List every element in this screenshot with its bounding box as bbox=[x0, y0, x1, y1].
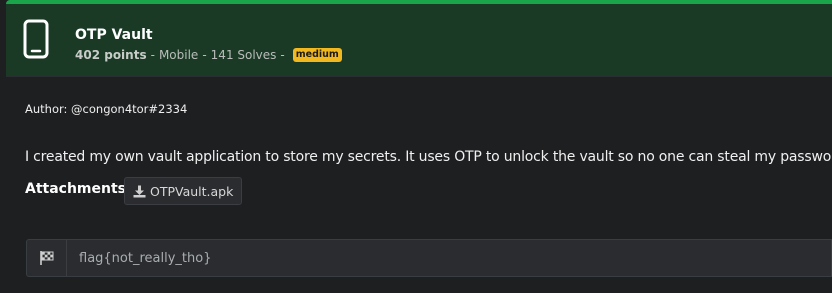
challenge-title: OTP Vault bbox=[75, 27, 153, 43]
attachments-label: Attachments: bbox=[25, 181, 132, 197]
checkered-flag-icon bbox=[39, 251, 53, 265]
meta-separator: - bbox=[202, 48, 207, 62]
flag-input[interactable] bbox=[66, 239, 832, 277]
meta-separator: - bbox=[150, 48, 155, 62]
difficulty-badge: medium bbox=[292, 48, 342, 62]
challenge-header[interactable]: OTP Vault 402 points - Mobile - 141 Solv… bbox=[6, 4, 832, 77]
challenge-author: Author: @congon4tor#2334 bbox=[25, 102, 188, 116]
challenge-card: OTP Vault 402 points - Mobile - 141 Solv… bbox=[6, 0, 832, 293]
challenge-category: Mobile bbox=[158, 48, 199, 62]
smartphone-icon bbox=[22, 19, 50, 59]
attachment-download-button[interactable]: OTPVault.apk bbox=[124, 177, 243, 205]
challenge-solves: 141 Solves bbox=[210, 48, 277, 62]
challenge-points: 402 points bbox=[75, 48, 147, 62]
challenge-description: I created my own vault application to st… bbox=[25, 149, 832, 165]
download-icon bbox=[133, 185, 146, 197]
flag-icon-addon bbox=[26, 239, 66, 277]
challenge-meta: 402 points - Mobile - 141 Solves - mediu… bbox=[75, 48, 342, 62]
flag-submit-row bbox=[26, 239, 832, 277]
attachment-filename: OTPVault.apk bbox=[150, 183, 234, 199]
meta-separator: - bbox=[280, 48, 285, 62]
